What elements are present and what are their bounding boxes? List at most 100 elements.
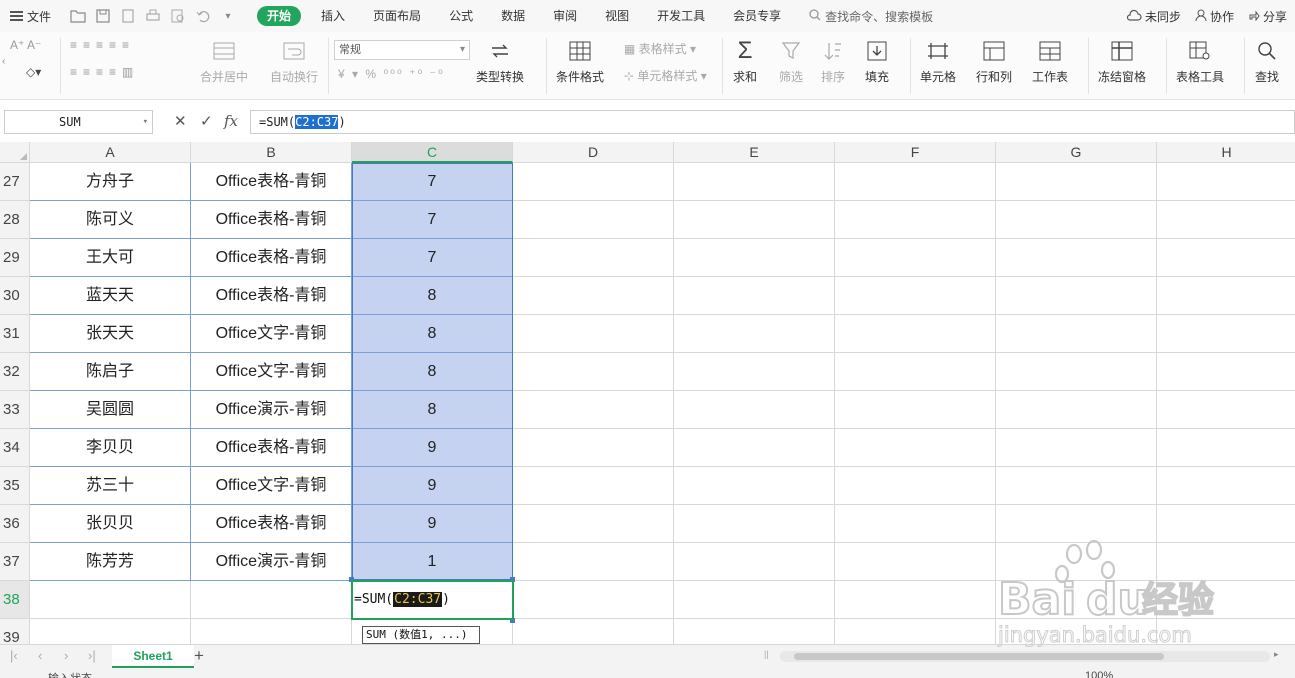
cell-name[interactable]: 张天天: [30, 315, 191, 353]
empty-cell[interactable]: [674, 201, 835, 239]
row-header[interactable]: 33: [0, 391, 30, 429]
empty-cell[interactable]: [835, 315, 996, 353]
ribbon-collapse-left-icon[interactable]: ‹: [2, 56, 5, 67]
empty-cell[interactable]: [996, 543, 1157, 581]
scroll-splitter-icon[interactable]: ||: [764, 649, 769, 659]
row-header[interactable]: 32: [0, 353, 30, 391]
name-box[interactable]: SUM: [4, 110, 153, 134]
cell-value[interactable]: 1: [352, 543, 513, 581]
add-sheet-button[interactable]: +: [194, 646, 204, 666]
cell-button[interactable]: 单元格: [920, 38, 956, 85]
undo-icon[interactable]: [194, 7, 212, 25]
tab-page-layout[interactable]: 页面布局: [359, 0, 435, 32]
cell-name[interactable]: 陈可义: [30, 201, 191, 239]
worksheet-button[interactable]: 工作表: [1032, 38, 1068, 85]
collaborate-button[interactable]: 协作: [1195, 8, 1234, 25]
align-horizontal-group-icon[interactable]: ≡≡≡≡▥: [70, 65, 139, 79]
row-header[interactable]: 29: [0, 239, 30, 277]
row-header[interactable]: 35: [0, 467, 30, 505]
empty-cell[interactable]: [835, 543, 996, 581]
type-convert-button[interactable]: 类型转换: [476, 38, 524, 85]
share-button[interactable]: 分享: [1248, 8, 1287, 25]
tab-data[interactable]: 数据: [487, 0, 539, 32]
empty-cell[interactable]: [996, 239, 1157, 277]
empty-cell[interactable]: [996, 429, 1157, 467]
cell-value[interactable]: 9: [352, 467, 513, 505]
file-menu-button[interactable]: 文件: [0, 0, 61, 32]
merge-center-button[interactable]: 合并居中: [200, 38, 248, 85]
number-format-select[interactable]: 常规: [334, 40, 470, 60]
cell-value[interactable]: 7: [352, 201, 513, 239]
empty-cell[interactable]: [1157, 467, 1295, 505]
clear-format-icon[interactable]: ◇▾: [26, 65, 41, 79]
empty-cell[interactable]: [513, 505, 674, 543]
column-header-d[interactable]: D: [513, 142, 674, 163]
cell-value[interactable]: 7: [352, 239, 513, 277]
empty-cell[interactable]: [835, 353, 996, 391]
find-button[interactable]: 查找: [1254, 38, 1280, 85]
empty-cell[interactable]: [1157, 619, 1295, 644]
row-header[interactable]: 28: [0, 201, 30, 239]
empty-cell[interactable]: [996, 619, 1157, 644]
cell-value[interactable]: 8: [352, 277, 513, 315]
spreadsheet-grid[interactable]: ABCDEFGH 27 方舟子 Office表格-青铜 7 28 陈可义 Office表格-…: [0, 142, 1295, 644]
cell-value[interactable]: 7: [352, 163, 513, 201]
empty-cell[interactable]: [513, 467, 674, 505]
empty-cell[interactable]: [513, 581, 674, 619]
empty-cell[interactable]: [674, 581, 835, 619]
empty-cell[interactable]: [674, 163, 835, 201]
save-icon[interactable]: [94, 7, 112, 25]
tab-formulas[interactable]: 公式: [435, 0, 487, 32]
cell-course[interactable]: Office演示-青铜: [191, 391, 352, 429]
empty-cell[interactable]: [674, 505, 835, 543]
empty-cell[interactable]: [996, 277, 1157, 315]
tab-insert[interactable]: 插入: [307, 0, 359, 32]
empty-cell[interactable]: [1157, 277, 1295, 315]
cell-course[interactable]: Office表格-青铜: [191, 277, 352, 315]
empty-cell[interactable]: [513, 543, 674, 581]
empty-cell[interactable]: [674, 239, 835, 277]
scrollbar-thumb[interactable]: [794, 653, 1164, 660]
cell-name[interactable]: 李贝贝: [30, 429, 191, 467]
tab-member[interactable]: 会员专享: [719, 0, 795, 32]
confirm-check-icon[interactable]: ✓: [200, 112, 213, 130]
cancel-icon[interactable]: ✕: [174, 112, 187, 130]
empty-cell[interactable]: [835, 163, 996, 201]
tab-developer[interactable]: 开发工具: [643, 0, 719, 32]
cell-name[interactable]: 陈启子: [30, 353, 191, 391]
empty-cell[interactable]: [674, 353, 835, 391]
horizontal-scrollbar[interactable]: [780, 651, 1270, 662]
sum-button[interactable]: Σ 求和: [732, 37, 758, 85]
empty-cell[interactable]: [996, 391, 1157, 429]
empty-cell[interactable]: [835, 391, 996, 429]
cell-name[interactable]: 蓝天天: [30, 277, 191, 315]
empty-cell[interactable]: [674, 543, 835, 581]
cell-name[interactable]: 王大可: [30, 239, 191, 277]
row-header[interactable]: 36: [0, 505, 30, 543]
sync-status-button[interactable]: 未同步: [1126, 8, 1181, 25]
column-header-c[interactable]: C: [352, 142, 513, 163]
column-header-e[interactable]: E: [674, 142, 835, 163]
cell-value[interactable]: 9: [352, 429, 513, 467]
empty-cell[interactable]: [996, 505, 1157, 543]
empty-cell[interactable]: [674, 429, 835, 467]
align-top-group-icon[interactable]: ≡≡≡≡≡: [70, 38, 135, 52]
empty-cell[interactable]: [674, 619, 835, 644]
sheet-tab-sheet1[interactable]: Sheet1: [112, 645, 194, 668]
column-header-b[interactable]: B: [191, 142, 352, 163]
empty-cell[interactable]: [996, 315, 1157, 353]
cell-course[interactable]: Office文字-青铜: [191, 315, 352, 353]
cell-value[interactable]: 9: [352, 505, 513, 543]
empty-cell[interactable]: [674, 391, 835, 429]
empty-cell[interactable]: [1157, 429, 1295, 467]
empty-cell[interactable]: [996, 581, 1157, 619]
empty-cell[interactable]: [1157, 201, 1295, 239]
zoom-preview-icon[interactable]: [169, 7, 187, 25]
empty-cell[interactable]: [513, 429, 674, 467]
row-col-button[interactable]: 行和列: [976, 38, 1012, 85]
zoom-level[interactable]: 100%: [1085, 670, 1113, 678]
cell-course[interactable]: Office文字-青铜: [191, 353, 352, 391]
empty-cell[interactable]: [1157, 391, 1295, 429]
cell-course[interactable]: Office表格-青铜: [191, 201, 352, 239]
cell-course[interactable]: Office表格-青铜: [191, 429, 352, 467]
